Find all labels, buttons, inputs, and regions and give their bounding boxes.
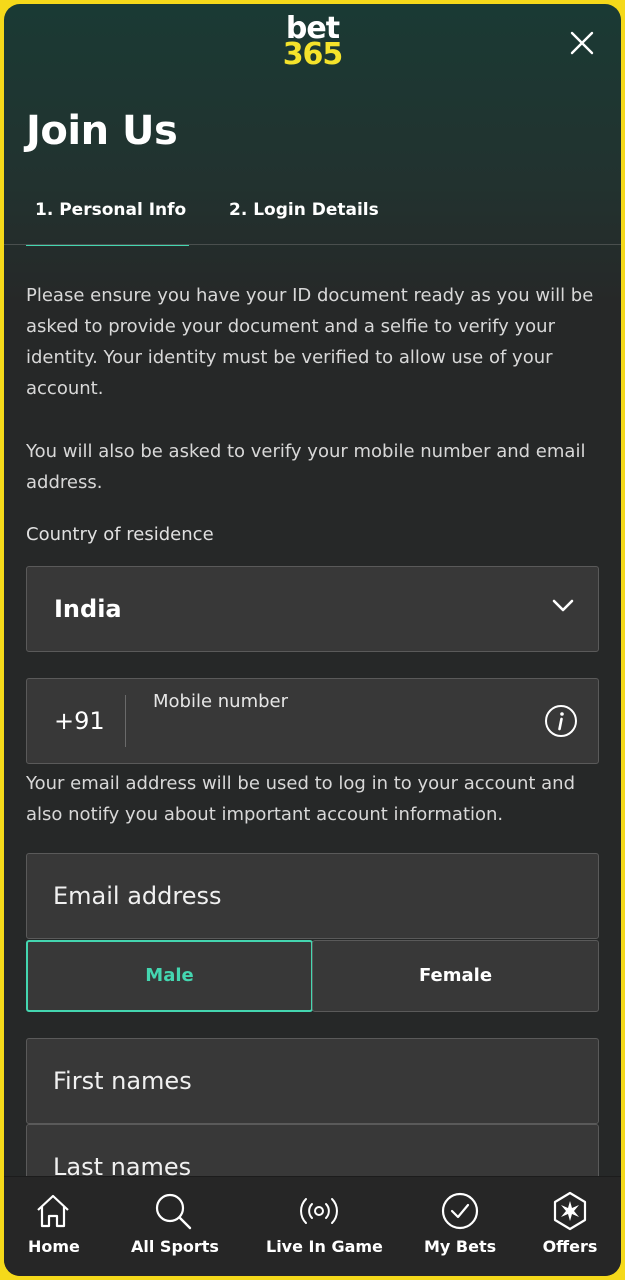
step-tabs: 1. Personal Info 2. Login Details [25,200,621,246]
nav-live-in-game[interactable]: Live In Game [266,1191,383,1256]
nav-my-bets-label: My Bets [424,1237,497,1256]
live-broadcast-icon [300,1198,338,1224]
check-circle-icon [441,1192,479,1230]
intro-paragraph-verify: You will also be asked to verify your mo… [26,441,586,493]
mobile-placeholder: Mobile number [153,691,289,712]
home-icon [37,1194,69,1228]
first-names-placeholder: First names [53,1067,192,1095]
page-title: Join Us [26,108,178,154]
gender-female-button[interactable]: Female [312,940,599,1012]
country-label: Country of residence [26,524,214,545]
mobile-field[interactable]: +91 Mobile number [26,678,599,764]
country-select[interactable]: India [26,566,599,652]
nav-home-label: Home [28,1237,80,1256]
gender-toggle: Male Female [26,940,599,1012]
tab-personal-info[interactable]: 1. Personal Info [25,200,190,246]
offers-badge-icon [553,1191,587,1231]
info-icon[interactable] [544,704,578,738]
chevron-down-icon [552,599,574,612]
bet365-logo: bet 365 [282,14,344,72]
search-icon [155,1193,192,1230]
email-field[interactable]: Email address [26,853,599,939]
nav-offers[interactable]: Offers [542,1191,598,1256]
tab-login-details[interactable]: 2. Login Details [229,200,379,246]
nav-home[interactable]: Home [28,1191,80,1256]
logo-line-2: 365 [282,37,344,72]
email-placeholder: Email address [53,882,222,910]
nav-all-sports[interactable]: All Sports [131,1191,219,1256]
country-value: India [54,595,122,623]
nav-offers-label: Offers [542,1237,598,1256]
nav-my-bets[interactable]: My Bets [424,1191,496,1256]
code-separator [125,695,126,747]
country-code: +91 [54,707,105,735]
nav-all-sports-label: All Sports [131,1237,219,1256]
email-note: Your email address will be used to log i… [26,773,575,825]
intro-paragraph-id: Please ensure you have your ID document … [26,285,594,399]
nav-live-in-game-label: Live In Game [266,1237,383,1256]
gender-male-button[interactable]: Male [26,940,313,1012]
tab-divider [4,244,621,245]
app-frame: bet 365 Join Us 1. Personal Info 2. Logi… [4,4,621,1276]
first-names-field[interactable]: First names [26,1038,599,1124]
close-icon[interactable] [567,28,597,58]
bottom-nav: Home All Sports Live In Game My Bets Off… [4,1176,621,1276]
